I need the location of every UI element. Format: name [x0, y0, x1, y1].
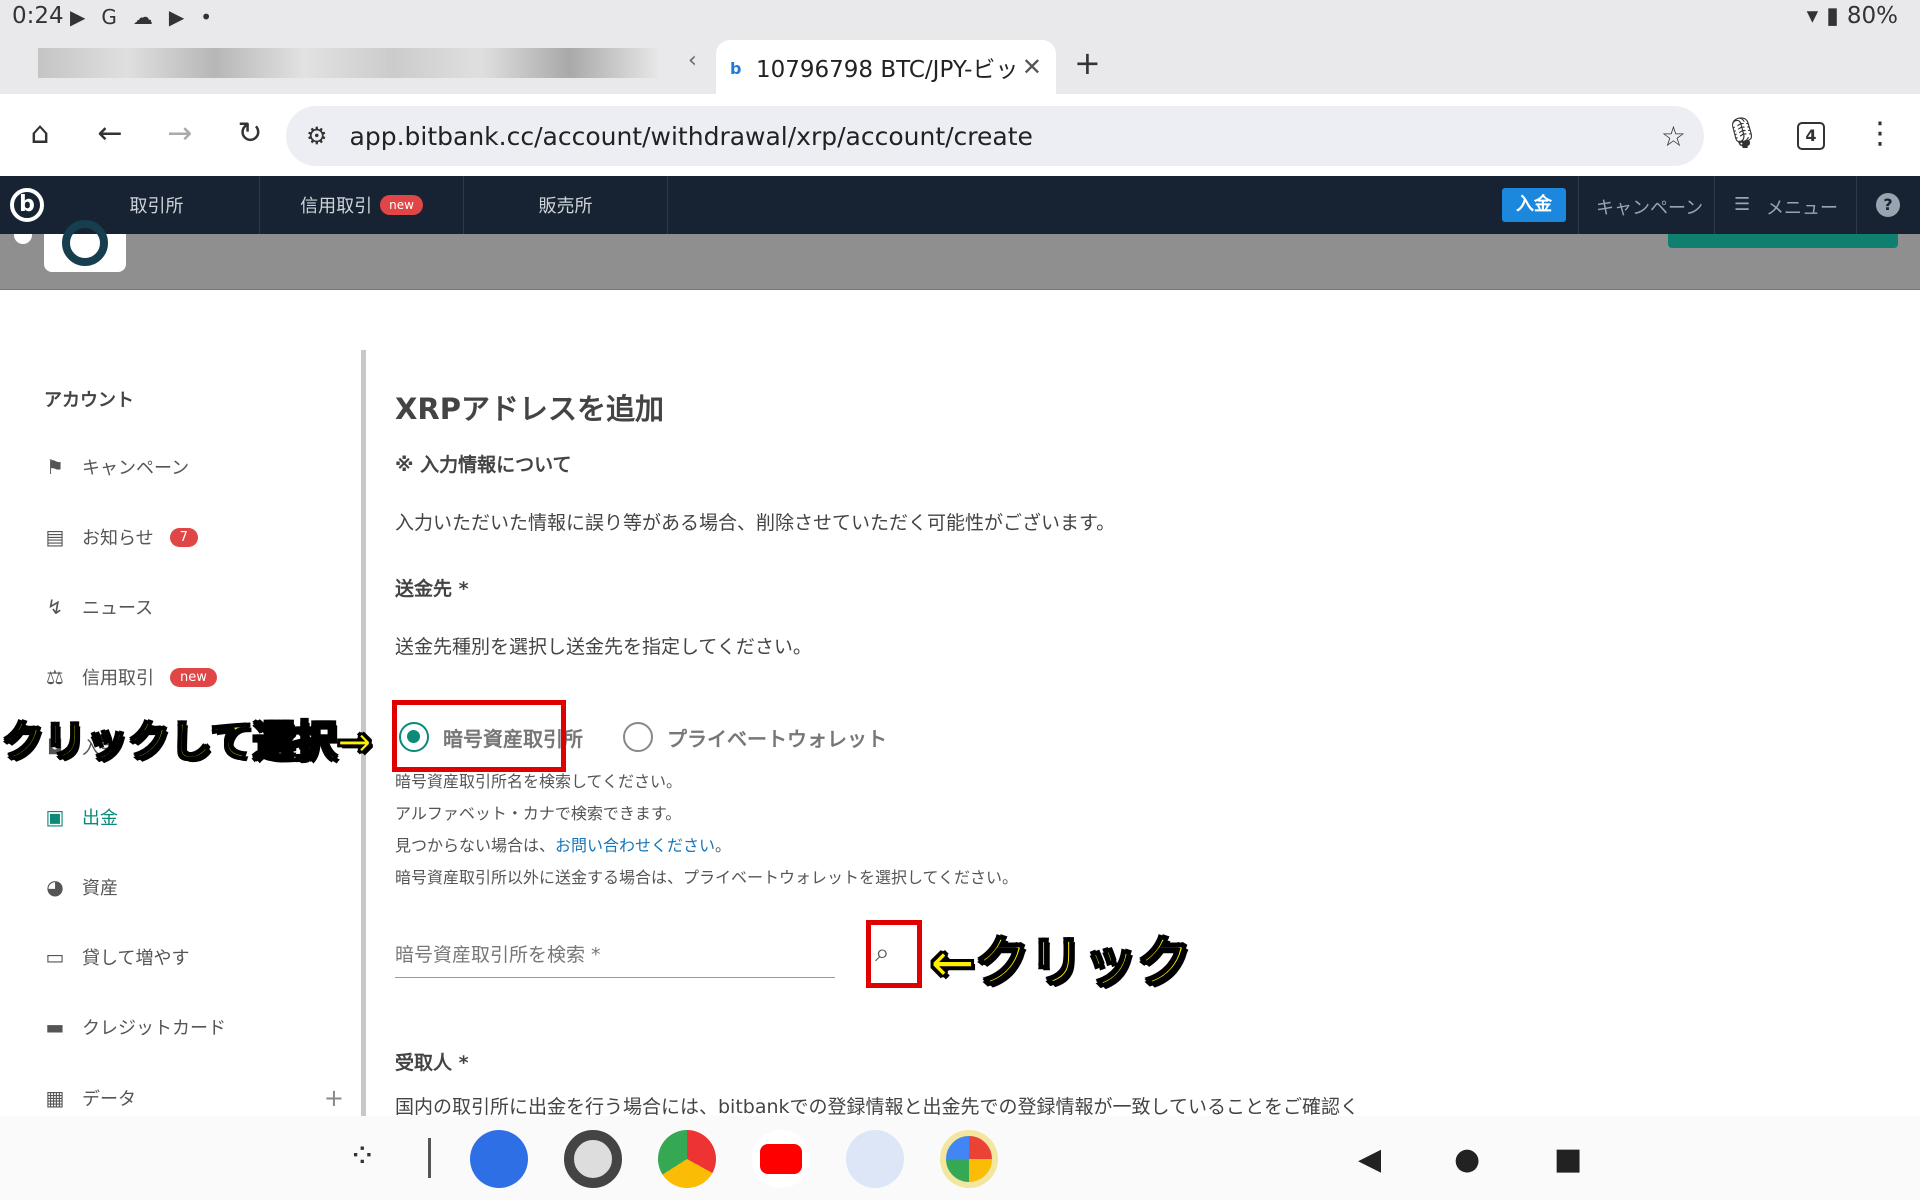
help-icon[interactable]: ?: [1876, 193, 1900, 217]
chrome-app-icon[interactable]: [658, 1130, 716, 1188]
wallet-icon: ▣: [45, 805, 65, 829]
pie-chart-icon: ◕: [46, 875, 64, 899]
android-taskbar: ⁘ ◀ ● ■: [0, 1116, 1920, 1200]
home-nav-icon[interactable]: ●: [1454, 1142, 1480, 1177]
help-line-4: 暗号資産取引所以外に送金する場合は、プライベートウォレットを選択してください。: [395, 868, 1019, 887]
meta-app-icon[interactable]: [846, 1130, 904, 1188]
forward-icon[interactable]: →: [160, 116, 200, 151]
contact-link[interactable]: お問い合わせください: [555, 836, 715, 855]
address-bar[interactable]: ⚙ app.bitbank.cc/account/withdrawal/xrp/…: [286, 106, 1704, 166]
radio-private-wallet[interactable]: プライベートウォレット: [623, 722, 887, 752]
message-icon: ▤: [45, 525, 65, 549]
reload-icon[interactable]: ↻: [230, 116, 270, 151]
app-drawer-icon[interactable]: ⁘: [348, 1136, 377, 1176]
bookmark-star-icon[interactable]: ☆: [1661, 120, 1686, 153]
settings-app-icon[interactable]: [470, 1130, 528, 1188]
battery-icon: ▮: [1826, 3, 1839, 29]
sidebar-item-credit-card[interactable]: ▬ クレジットカード: [44, 1014, 226, 1040]
site-header: b 取引所 信用取引 new 販売所 入金 キャンペーン ☰ メニュー ?: [0, 176, 1920, 234]
sidebar-item-withdrawal[interactable]: ▣ 出金: [44, 804, 118, 830]
nav-margin-trading[interactable]: 信用取引 new: [260, 176, 464, 234]
money-icon: ▭: [45, 945, 65, 969]
more-menu-icon[interactable]: ⋮: [1860, 116, 1900, 151]
account-banner: [0, 220, 1920, 290]
sidebar-item-campaign[interactable]: ⚑ キャンペーン: [44, 454, 189, 480]
notice-heading: ※ 入力情報について: [395, 454, 572, 476]
wifi-icon: ▾: [1806, 3, 1819, 29]
back-icon[interactable]: ←: [90, 116, 130, 151]
bitbank-app-logo: [44, 220, 126, 272]
url-text[interactable]: app.bitbank.cc/account/withdrawal/xrp/ac…: [350, 122, 1661, 151]
active-tab[interactable]: b 10796798 BTC/JPY-ビッ ✕: [716, 40, 1056, 94]
menu-icon[interactable]: ☰: [1734, 194, 1750, 215]
chart-icon: ↯: [46, 595, 64, 619]
youtube-app-icon[interactable]: [752, 1130, 810, 1188]
home-icon[interactable]: ⌂: [20, 116, 60, 151]
exchange-search-input[interactable]: 暗号資産取引所を検索 *: [395, 932, 835, 978]
battery-level: 80%: [1846, 3, 1898, 29]
more-notifications-icon: •: [200, 5, 213, 29]
google-notification-icon: G: [101, 5, 117, 29]
tab-scroll-left-icon[interactable]: ‹: [688, 48, 697, 73]
destination-heading: 送金先 *: [395, 578, 469, 600]
photos-app-icon[interactable]: [940, 1130, 998, 1188]
new-badge: new: [170, 667, 217, 687]
highlight-box-search: [866, 920, 922, 988]
credit-card-icon: ▬: [45, 1015, 65, 1039]
tab-count-button[interactable]: 4: [1797, 122, 1825, 150]
system-status-bar: 0:24 ▶ G ☁ ▶ • ▾ ▮ 80%: [0, 0, 1920, 34]
new-tab-icon[interactable]: +: [1074, 44, 1101, 82]
site-settings-icon[interactable]: ⚙: [306, 122, 328, 150]
sidebar-item-assets[interactable]: ◕ 資産: [44, 874, 118, 900]
annotation-click: ←クリック: [929, 930, 1192, 995]
destination-text: 送金先種別を選択し送金先を指定してください。: [395, 636, 812, 658]
new-badge: new: [380, 195, 423, 215]
annotation-select: クリックして選択→: [1, 716, 373, 767]
youtube-notification-icon: ▶: [70, 5, 86, 29]
tab-strip: ‹ b 10796798 BTC/JPY-ビッ ✕ +: [0, 34, 1920, 94]
clock: 0:24: [12, 3, 64, 29]
recents-nav-icon[interactable]: ■: [1554, 1142, 1582, 1177]
notice-count-badge: 7: [169, 527, 198, 547]
sidebar-item-margin[interactable]: ⚖ 信用取引 new: [44, 664, 217, 690]
scale-icon: ⚖: [46, 665, 64, 689]
flag-icon: ⚑: [46, 455, 64, 479]
camera-app-icon[interactable]: [564, 1130, 622, 1188]
bitbank-logo[interactable]: b: [10, 188, 44, 222]
close-tab-icon[interactable]: ✕: [1022, 53, 1042, 81]
page-title: XRPアドレスを追加: [395, 392, 664, 426]
browser-toolbar: ⌂ ← → ↻ ⚙ app.bitbank.cc/account/withdra…: [0, 94, 1920, 176]
sidebar-item-lending[interactable]: ▭ 貸して増やす: [44, 944, 190, 970]
tab-title: 10796798 BTC/JPY-ビッ: [756, 57, 1019, 83]
expand-plus-icon[interactable]: +: [324, 1084, 344, 1112]
back-nav-icon[interactable]: ◀: [1358, 1142, 1381, 1177]
highlight-box-exchange: [392, 700, 566, 772]
sidebar-item-notices[interactable]: ▤ お知らせ 7: [44, 524, 198, 550]
sidebar-heading: アカウント: [44, 390, 134, 411]
banner-action-button[interactable]: [1668, 234, 1898, 248]
deposit-button[interactable]: 入金: [1502, 188, 1566, 222]
campaign-link[interactable]: キャンペーン: [1596, 194, 1703, 220]
sidebar-item-news[interactable]: ↯ ニュース: [44, 594, 154, 620]
help-line-3: 見つからない場合は、お問い合わせください。: [395, 836, 732, 855]
cloud-notification-icon: ☁: [132, 5, 153, 29]
recipient-text: 国内の取引所に出金を行う場合には、bitbankでの登録情報と出金先での登録情報…: [395, 1096, 1359, 1118]
youtube-notification-icon: ▶: [168, 5, 185, 29]
recipient-heading: 受取人 *: [395, 1052, 469, 1074]
sidebar-item-data[interactable]: ▦ データ +: [44, 1084, 344, 1112]
radio-unchecked-icon[interactable]: [623, 722, 653, 752]
clipboard-icon: ▦: [45, 1086, 65, 1110]
blurred-tabs[interactable]: [38, 48, 658, 78]
help-line-2: アルファベット・カナで検索できます。: [395, 804, 682, 823]
notice-text: 入力いただいた情報に誤り等がある場合、削除させていただく可能性がございます。: [395, 512, 1116, 534]
microphone-icon[interactable]: 🎙: [1722, 116, 1762, 151]
menu-link[interactable]: メニュー: [1766, 194, 1838, 220]
favicon-icon: b: [730, 59, 742, 78]
nav-sales[interactable]: 販売所: [464, 176, 668, 234]
